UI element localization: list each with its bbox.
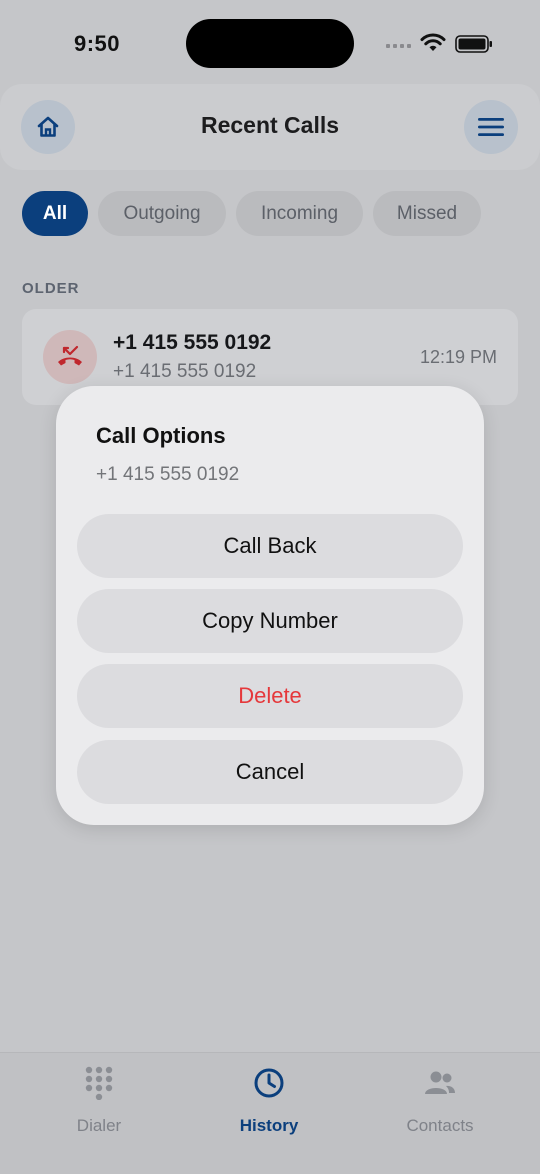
call-status-avatar xyxy=(43,330,97,384)
people-icon xyxy=(423,1066,457,1100)
dialpad-icon xyxy=(82,1066,116,1100)
call-number: +1 415 555 0192 xyxy=(113,361,257,382)
filter-chip-missed[interactable]: Missed xyxy=(373,191,481,236)
filter-chip-incoming[interactable]: Incoming xyxy=(236,191,363,236)
tab-dialer[interactable]: Dialer xyxy=(29,1062,169,1142)
menu-icon xyxy=(478,118,504,136)
status-bar: 9:50 xyxy=(0,0,540,84)
clock-icon xyxy=(252,1066,286,1100)
tab-contacts[interactable]: Contacts xyxy=(370,1062,510,1142)
dialog-subtitle: +1 415 555 0192 xyxy=(96,464,240,485)
delete-button[interactable]: Delete xyxy=(77,664,463,728)
filter-chip-all[interactable]: All xyxy=(22,191,88,236)
screen: 9:50 Recent Calls All Outgoing Incoming … xyxy=(0,0,540,1174)
dialog-title: Call Options xyxy=(96,423,226,448)
dynamic-island xyxy=(186,19,354,68)
menu-button[interactable] xyxy=(464,100,518,154)
battery-icon xyxy=(455,35,492,53)
status-time: 9:50 xyxy=(74,31,121,56)
call-back-button[interactable]: Call Back xyxy=(77,514,463,578)
tab-label: Dialer xyxy=(76,1116,122,1135)
tab-label: Contacts xyxy=(406,1116,474,1135)
wifi-icon xyxy=(420,33,446,51)
cancel-button[interactable]: Cancel xyxy=(77,740,463,804)
section-label: OLDER xyxy=(22,280,80,297)
tab-history[interactable]: History xyxy=(199,1062,339,1142)
call-name: +1 415 555 0192 xyxy=(113,331,272,354)
call-time: 12:19 PM xyxy=(420,347,498,367)
missed-call-icon xyxy=(58,345,82,366)
copy-number-button[interactable]: Copy Number xyxy=(77,589,463,653)
page-title: Recent Calls xyxy=(200,112,340,138)
signal-icon xyxy=(386,42,412,50)
tab-label: History xyxy=(239,1116,299,1135)
filter-chip-outgoing[interactable]: Outgoing xyxy=(98,191,226,236)
